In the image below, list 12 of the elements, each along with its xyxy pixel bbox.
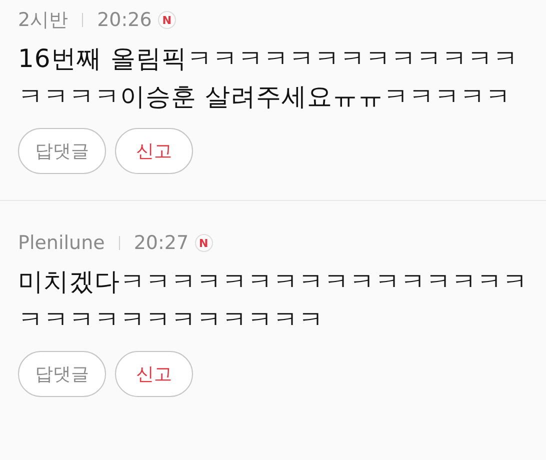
new-badge: N (158, 11, 176, 29)
new-badge: N (194, 234, 213, 252)
reply-button[interactable]: 답댓글 (18, 128, 106, 174)
report-button[interactable]: 신고 (115, 128, 193, 174)
comment-text: 16번째 올림픽ㅋㅋㅋㅋㅋㅋㅋㅋㅋㅋㅋㅋㅋㅋㅋㅋㅋ이승훈 살려주세요ㅠㅠㅋㅋㅋㅋㅋ (18, 43, 520, 113)
reply-button[interactable]: 답댓글 (18, 351, 106, 397)
comment-time: 20:26 (97, 9, 152, 31)
report-button[interactable]: 신고 (115, 351, 193, 397)
author-name: 2시반 (18, 8, 68, 33)
comment-text: 미치겠다ㅋㅋㅋㅋㅋㅋㅋㅋㅋㅋㅋㅋㅋㅋㅋㅋㅋㅋㅋㅋㅋㅋㅋㅋㅋㅋㅋㅋ (18, 266, 528, 336)
author-name: Plenilune (18, 232, 105, 254)
comment-time: 20:27 (134, 232, 189, 254)
